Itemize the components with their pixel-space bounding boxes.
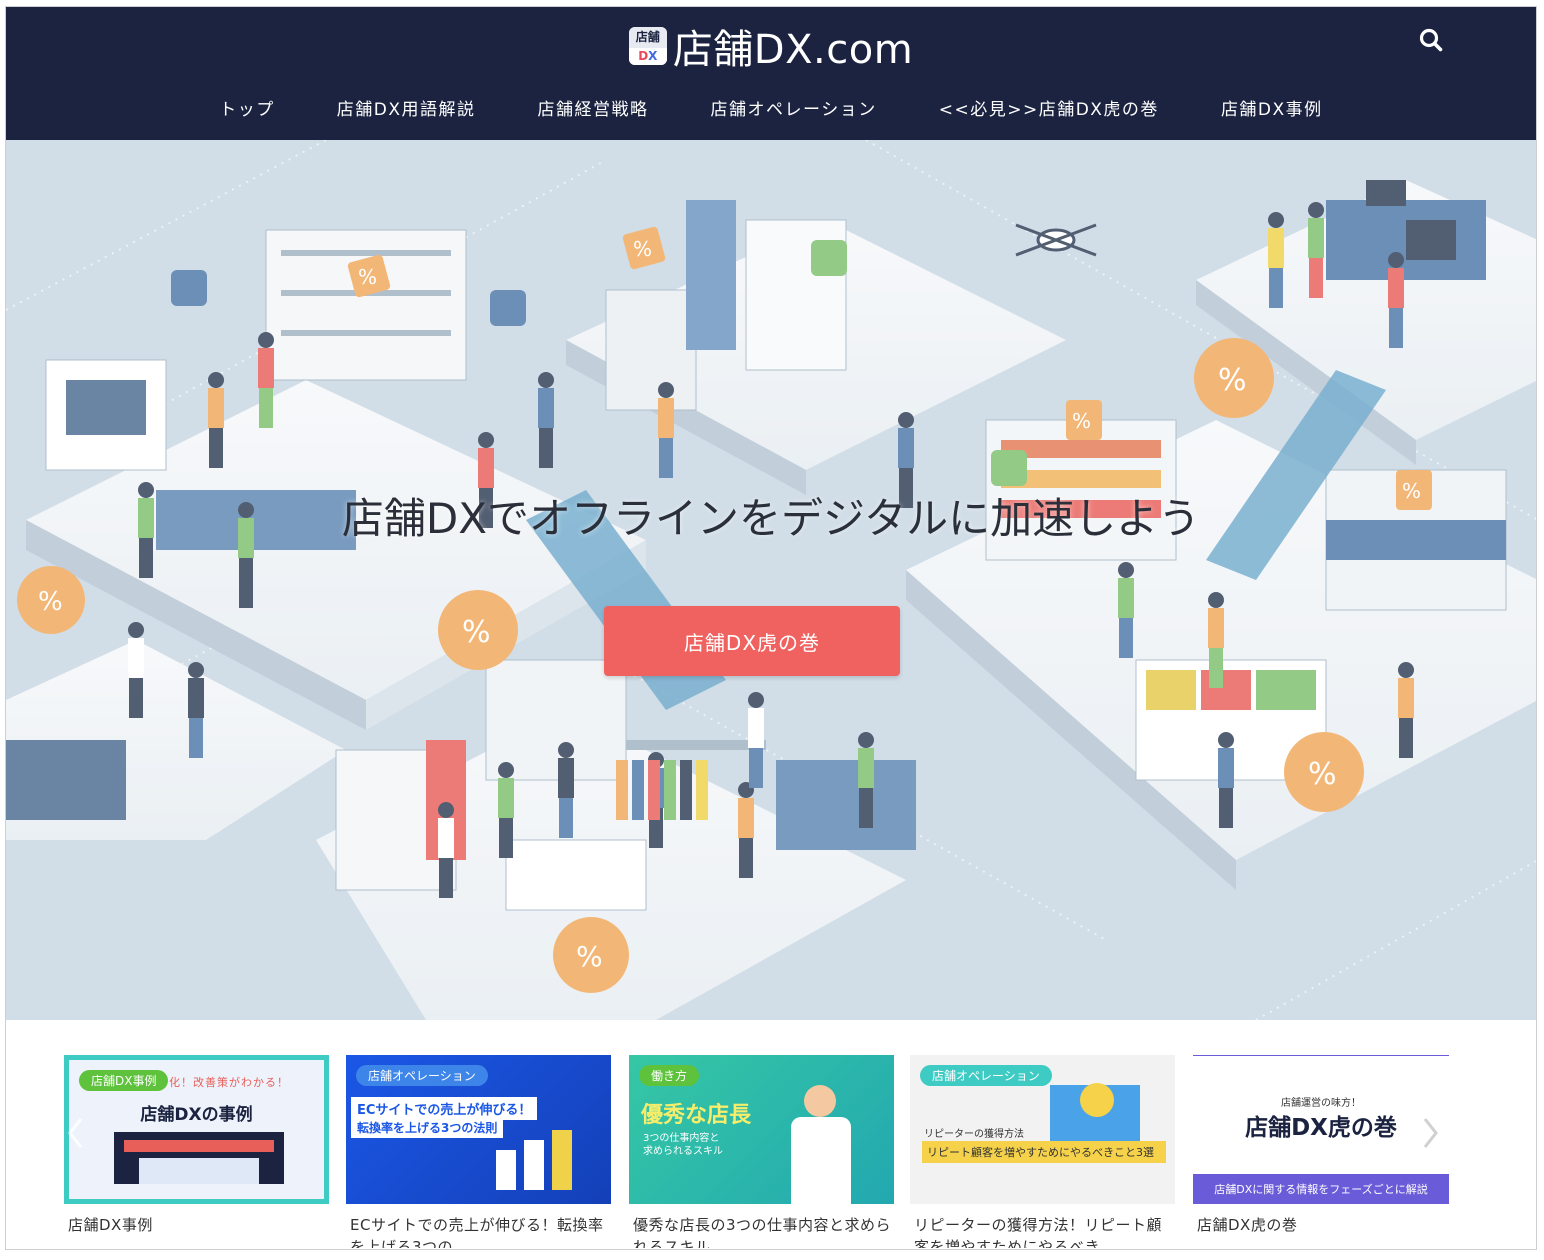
site-logo[interactable]: 店舗 DX 店舗DX.com bbox=[6, 17, 1536, 75]
hero-section: % % % % % % % % % 店舗DXでオフラインをデジタルに加速しよう … bbox=[6, 140, 1536, 1020]
logo-badge-bottom: DX bbox=[628, 47, 667, 65]
card-thumb-subheading: 転換率を上げる3つの法則 bbox=[351, 1117, 504, 1138]
hero-title: 店舗DXでオフラインをデジタルに加速しよう bbox=[341, 494, 1201, 543]
card-thumbnail[interactable]: リピーターの獲得方法 リピート顧客を増やすためにやるべきこと3選 店舗オペレーシ… bbox=[910, 1055, 1175, 1204]
card-thumbnail[interactable]: 店舗運営の味方！ 店舗DX虎の巻 店舗DXに関する情報をフェーズごとに解説 bbox=[1193, 1055, 1449, 1204]
carousel-next-icon[interactable] bbox=[1420, 1115, 1440, 1151]
search-icon[interactable] bbox=[1418, 27, 1444, 53]
card-thumb-small: 店舗運営の味方！ bbox=[1281, 1098, 1361, 1109]
nav-item-strategy[interactable]: 店舗経営戦略 bbox=[507, 95, 680, 120]
card-thumb-tag: 化！改善策がわかる！ bbox=[169, 1076, 289, 1089]
card-title[interactable]: リピーターの獲得方法！リピート顧客を増やすためにやるべき bbox=[910, 1214, 1175, 1248]
article-carousel: 化！改善策がわかる！ 店舗DXの事例 店舗DX事例 店舗DX事例 ECサイトでの… bbox=[6, 1020, 1536, 1249]
carousel-prev-icon[interactable] bbox=[66, 1115, 86, 1151]
browser-frame: 店舗 DX 店舗DX.com トップ 店舗DX用語解説 店舗経営戦略 店舗オペレ… bbox=[5, 6, 1537, 1250]
person-icon bbox=[804, 1085, 836, 1117]
logo-badge-top: 店舗 bbox=[628, 27, 667, 48]
logo-text: 店舗DX.com bbox=[672, 27, 914, 73]
article-card[interactable]: ECサイトでの売上が伸びる！ 転換率を上げる3つの法則 店舗オペレーション EC… bbox=[346, 1055, 611, 1248]
card-thumbnail[interactable]: 優秀な店長 3つの仕事内容と 求められるスキル 働き方 bbox=[629, 1055, 894, 1204]
main-nav: トップ 店舗DX用語解説 店舗経営戦略 店舗オペレーション <<必見>>店舗DX… bbox=[6, 95, 1536, 120]
nav-item-top[interactable]: トップ bbox=[188, 95, 306, 120]
card-thumb-heading: 店舗DX虎の巻 bbox=[1245, 1115, 1397, 1141]
site-header: 店舗 DX 店舗DX.com トップ 店舗DX用語解説 店舗経営戦略 店舗オペレ… bbox=[6, 7, 1536, 140]
article-card[interactable]: 店舗運営の味方！ 店舗DX虎の巻 店舗DXに関する情報をフェーズごとに解説 店舗… bbox=[1193, 1055, 1449, 1248]
nav-item-guide[interactable]: <<必見>>店舗DX虎の巻 bbox=[908, 95, 1190, 120]
nav-item-glossary[interactable]: 店舗DX用語解説 bbox=[306, 95, 507, 120]
card-category-badge: 店舗オペレーション bbox=[920, 1065, 1052, 1086]
card-thumb-sub2: 求められるスキル bbox=[643, 1146, 723, 1157]
card-thumbnail[interactable]: 化！改善策がわかる！ 店舗DXの事例 店舗DX事例 bbox=[64, 1055, 329, 1204]
card-title[interactable]: 優秀な店長の3つの仕事内容と求められるスキル bbox=[629, 1214, 894, 1248]
card-category-badge: 働き方 bbox=[639, 1065, 700, 1086]
card-category-badge: 店舗DX事例 bbox=[79, 1070, 169, 1091]
hero-cta-button[interactable]: 店舗DX虎の巻 bbox=[604, 606, 900, 676]
logo-badge-icon: 店舗 DX bbox=[628, 27, 667, 65]
article-card[interactable]: 優秀な店長 3つの仕事内容と 求められるスキル 働き方 優秀な店長の3つの仕事内… bbox=[629, 1055, 894, 1248]
card-thumb-small: リピーターの獲得方法 bbox=[924, 1129, 1024, 1140]
card-thumb-heading: リピート顧客を増やすためにやるべきこと3選 bbox=[922, 1141, 1166, 1163]
card-title[interactable]: 店舗DX虎の巻 bbox=[1193, 1214, 1449, 1248]
article-card[interactable]: 化！改善策がわかる！ 店舗DXの事例 店舗DX事例 店舗DX事例 bbox=[64, 1055, 329, 1248]
nav-item-cases[interactable]: 店舗DX事例 bbox=[1190, 95, 1354, 120]
card-category-badge: 店舗オペレーション bbox=[356, 1065, 488, 1086]
hero-illustration: % % % % % % % % % bbox=[6, 140, 1536, 1020]
card-thumb-heading: 優秀な店長 bbox=[641, 1103, 752, 1128]
lightbulb-icon bbox=[1080, 1083, 1114, 1117]
nav-item-operations[interactable]: 店舗オペレーション bbox=[680, 95, 908, 120]
card-thumbnail[interactable]: ECサイトでの売上が伸びる！ 転換率を上げる3つの法則 店舗オペレーション bbox=[346, 1055, 611, 1204]
card-title[interactable]: ECサイトでの売上が伸びる！転換率を上げる3つの bbox=[346, 1214, 611, 1248]
article-card[interactable]: リピーターの獲得方法 リピート顧客を増やすためにやるべきこと3選 店舗オペレーシ… bbox=[910, 1055, 1175, 1248]
card-thumb-footer: 店舗DXに関する情報をフェーズごとに解説 bbox=[1193, 1174, 1449, 1204]
card-thumb-heading: 店舗DXの事例 bbox=[140, 1105, 253, 1125]
card-title[interactable]: 店舗DX事例 bbox=[64, 1214, 329, 1248]
